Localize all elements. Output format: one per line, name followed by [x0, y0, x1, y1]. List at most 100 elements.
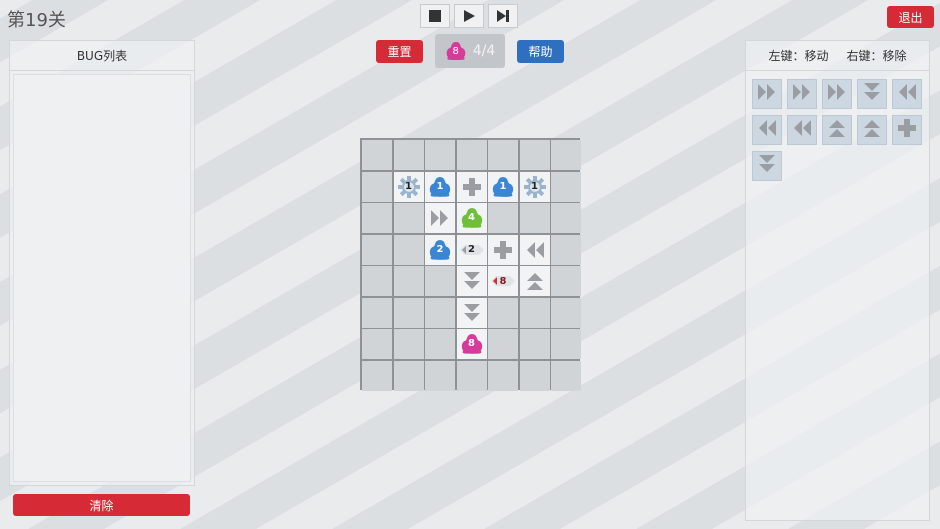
exit-button[interactable]: 退出 — [887, 6, 934, 28]
tool-arrow-up[interactable] — [857, 115, 887, 145]
board-cell[interactable] — [393, 140, 424, 170]
board-cell[interactable] — [488, 203, 518, 233]
board-cell[interactable] — [456, 234, 487, 265]
board-cell[interactable] — [425, 140, 455, 170]
board-cell[interactable] — [393, 234, 424, 265]
board-cell[interactable] — [551, 360, 581, 391]
board-cell[interactable] — [425, 360, 455, 391]
arrow-right-icon — [826, 81, 848, 107]
stop-icon — [429, 10, 441, 22]
board-cell[interactable] — [519, 140, 550, 170]
board-cell[interactable] — [393, 203, 424, 233]
board-cell[interactable] — [456, 171, 487, 202]
right-click-hint: 右键：移除 — [846, 49, 907, 63]
tool-arrow-left[interactable] — [787, 115, 817, 145]
counter-text: 4/4 — [472, 43, 496, 59]
board-cell[interactable] — [425, 266, 455, 296]
arrow-right-icon — [756, 81, 778, 107]
help-button[interactable]: 帮助 — [517, 40, 564, 63]
tool-arrow-left[interactable] — [892, 79, 922, 109]
board-cell[interactable] — [456, 266, 487, 296]
arrow-left-icon — [756, 117, 778, 143]
arrow-up-icon — [861, 117, 883, 143]
left-click-hint: 左键：移动 — [768, 49, 829, 63]
board-cell[interactable] — [456, 140, 487, 170]
bug-list-panel: BUG列表 — [9, 40, 195, 486]
reset-button[interactable]: 重置 — [376, 40, 423, 63]
board-cell[interactable] — [362, 266, 392, 296]
board-cell[interactable] — [551, 297, 581, 328]
tool-arrow-right[interactable] — [752, 79, 782, 109]
board-cell[interactable] — [393, 297, 424, 328]
board-cell[interactable] — [488, 266, 518, 296]
board-cell[interactable] — [425, 171, 455, 202]
tool-arrow-right[interactable] — [787, 79, 817, 109]
play-button[interactable] — [454, 4, 484, 28]
game-board[interactable] — [360, 138, 581, 391]
board-cell[interactable] — [362, 329, 392, 359]
board-cell[interactable] — [393, 266, 424, 296]
board-cell[interactable] — [551, 203, 581, 233]
arrow-down-icon — [756, 153, 778, 179]
board-cell[interactable] — [362, 297, 392, 328]
board-cell[interactable] — [456, 329, 487, 359]
board-cell[interactable] — [519, 360, 550, 391]
arrow-up-icon — [826, 117, 848, 143]
board-cell[interactable] — [362, 360, 392, 391]
stop-button[interactable] — [420, 4, 450, 28]
board-cell[interactable] — [519, 234, 550, 265]
tool-panel: 左键：移动 右键：移除 — [745, 40, 930, 521]
board-cell[interactable] — [362, 234, 392, 265]
arrow-down-icon — [861, 81, 883, 107]
board-cell[interactable] — [551, 171, 581, 202]
arrow-right-icon — [791, 81, 813, 107]
counter-badge: 8 — [452, 46, 459, 57]
arrow-left-icon — [896, 81, 918, 107]
board-cell[interactable] — [393, 329, 424, 359]
board-cell[interactable] — [425, 203, 455, 233]
plus-icon — [896, 117, 918, 143]
board-cell[interactable] — [393, 171, 424, 202]
tool-arrow-right[interactable] — [822, 79, 852, 109]
tool-plus[interactable] — [892, 115, 922, 145]
bug-counter: 8 4/4 — [435, 34, 505, 68]
board-cell[interactable] — [425, 234, 455, 265]
board-cell[interactable] — [551, 234, 581, 265]
step-button[interactable] — [488, 4, 518, 28]
tool-arrow-down[interactable] — [857, 79, 887, 109]
pink-bug-icon: 8 — [445, 41, 467, 61]
board-cell[interactable] — [551, 140, 581, 170]
bug-list[interactable] — [13, 74, 191, 482]
board-cell[interactable] — [362, 203, 392, 233]
board-cell[interactable] — [456, 203, 487, 233]
board-cell[interactable] — [519, 297, 550, 328]
step-icon — [497, 10, 509, 22]
board-cell[interactable] — [519, 203, 550, 233]
tool-arrow-down[interactable] — [752, 151, 782, 181]
tool-arrow-up[interactable] — [822, 115, 852, 145]
board-cell[interactable] — [519, 266, 550, 296]
board-cell[interactable] — [456, 360, 487, 391]
board-cell[interactable] — [488, 234, 518, 265]
board-cell[interactable] — [551, 329, 581, 359]
board-cell[interactable] — [362, 140, 392, 170]
transport-controls — [420, 4, 518, 28]
board-cell[interactable] — [393, 360, 424, 391]
board-cell[interactable] — [551, 266, 581, 296]
board-cell[interactable] — [488, 360, 518, 391]
board-cell[interactable] — [362, 171, 392, 202]
clear-button[interactable]: 清除 — [13, 494, 190, 516]
play-icon — [464, 10, 475, 22]
tool-arrow-left[interactable] — [752, 115, 782, 145]
board-cell[interactable] — [488, 297, 518, 328]
board-cell[interactable] — [488, 171, 518, 202]
board-cell[interactable] — [425, 297, 455, 328]
board-cell[interactable] — [488, 329, 518, 359]
board-cell[interactable] — [519, 171, 550, 202]
board-cell[interactable] — [519, 329, 550, 359]
board-cell[interactable] — [425, 329, 455, 359]
board-cell[interactable] — [456, 297, 487, 328]
tool-palette — [752, 79, 927, 181]
board-cell[interactable] — [488, 140, 518, 170]
arrow-left-icon — [791, 117, 813, 143]
